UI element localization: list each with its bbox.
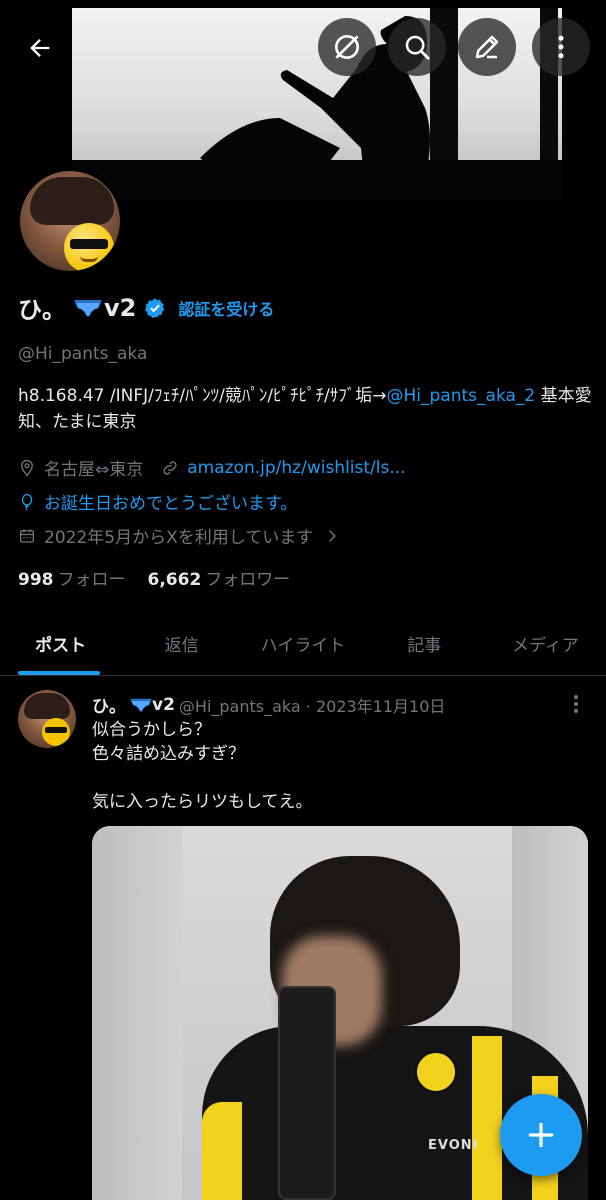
avatar-hair: [30, 177, 114, 225]
pencil-icon: [475, 35, 499, 59]
following-label: フォロー: [57, 570, 126, 590]
link-icon: [163, 460, 177, 475]
tab-posts[interactable]: ポスト: [0, 612, 121, 675]
profile-name-suffix: v2: [104, 293, 137, 322]
search-button[interactable]: [388, 18, 446, 76]
tab-highlights[interactable]: ハイライト: [242, 612, 363, 675]
profile-birthday-row: お誕生日おめでとうございます。: [18, 489, 297, 514]
briefs-emoji-icon: [74, 299, 102, 316]
briefs-emoji-icon: [130, 698, 152, 712]
arrow-left-icon: [30, 39, 50, 57]
birthday-message: お誕生日おめでとうございます。: [44, 494, 298, 514]
following-count: 998: [18, 570, 54, 590]
compose-button[interactable]: [500, 1094, 582, 1176]
grok-icon: [335, 35, 359, 59]
verified-badge-icon: [145, 297, 165, 318]
sunglasses-emoji-icon: [64, 223, 114, 271]
profile-name-row: ひ。 v2 認証を受ける: [18, 290, 274, 325]
back-button[interactable]: [14, 22, 66, 74]
profile-tabs: ポスト 返信 ハイライト 記事 メディア: [0, 612, 606, 676]
post-header: ひ。 v2 @Hi_pants_aka · 2023年11月10日: [92, 692, 446, 718]
sunglasses-emoji-icon: [42, 718, 70, 746]
post-text: 似合うかしら？ 色々詰め込みすぎ？ 気に入ったらリツもしてえ。: [92, 720, 313, 812]
bio-text: h8.168.47 /INFJ/ﾌｪﾁ/ﾊﾟﾝﾂ/競ﾊﾟﾝ/ﾋﾟﾁﾋﾟﾁ/ｻﾌﾞ…: [18, 386, 387, 406]
post-handle-date: @Hi_pants_aka · 2023年11月10日: [178, 696, 446, 716]
followers-link[interactable]: 6,662 フォロワー: [148, 565, 291, 590]
post-author-name-suffix: v2: [152, 694, 175, 715]
profile-handle: @Hi_pants_aka: [18, 344, 148, 364]
edit-profile-button[interactable]: [458, 18, 516, 76]
chevron-right-icon: [329, 529, 337, 542]
bio-mention-link[interactable]: @Hi_pants_aka_2: [387, 386, 536, 406]
bvb-badge-icon: [414, 1050, 458, 1094]
plus-icon: [528, 1122, 554, 1148]
calendar-icon: [19, 528, 35, 543]
search-icon: [405, 35, 430, 60]
profile-banner[interactable]: [0, 0, 606, 200]
followers-count: 6,662: [147, 570, 202, 590]
balloon-icon: [21, 493, 33, 511]
tab-media[interactable]: メディア: [485, 612, 606, 675]
followers-label: フォロワー: [205, 570, 291, 590]
post-author-name[interactable]: ひ。: [92, 692, 126, 717]
image-sponsor-text: EVONI: [428, 1138, 479, 1153]
image-phone: [278, 986, 336, 1200]
profile-location: 名古屋⇔東京: [44, 460, 144, 480]
profile-avatar[interactable]: [16, 167, 124, 275]
profile-joined-row[interactable]: 2022年5月からXを利用しています: [18, 523, 339, 548]
profile-bio: h8.168.47 /INFJ/ﾌｪﾁ/ﾊﾟﾝﾂ/競ﾊﾟﾝ/ﾋﾟﾁﾋﾟﾁ/ｻﾌﾞ…: [18, 383, 593, 435]
post-more-icon[interactable]: [566, 692, 586, 716]
more-button[interactable]: [532, 18, 590, 76]
location-icon: [21, 459, 33, 477]
tab-replies[interactable]: 返信: [121, 612, 242, 675]
profile-name: ひ。: [18, 296, 66, 324]
more-vertical-icon: [558, 35, 564, 59]
profile-meta-row: 名古屋⇔東京 amazon.jp/hz/wishlist/ls...: [18, 455, 406, 480]
tab-articles[interactable]: 記事: [364, 612, 485, 675]
following-link[interactable]: 998 フォロー: [18, 565, 126, 590]
grok-button[interactable]: [318, 18, 376, 76]
follow-counts: 998 フォロー 6,662 フォロワー: [18, 565, 290, 590]
post-avatar[interactable]: [18, 690, 76, 748]
get-verified-link[interactable]: 認証を受ける: [178, 296, 274, 320]
profile-joined-date: 2022年5月からXを利用しています: [44, 528, 314, 548]
profile-website-link[interactable]: amazon.jp/hz/wishlist/ls...: [187, 458, 405, 478]
